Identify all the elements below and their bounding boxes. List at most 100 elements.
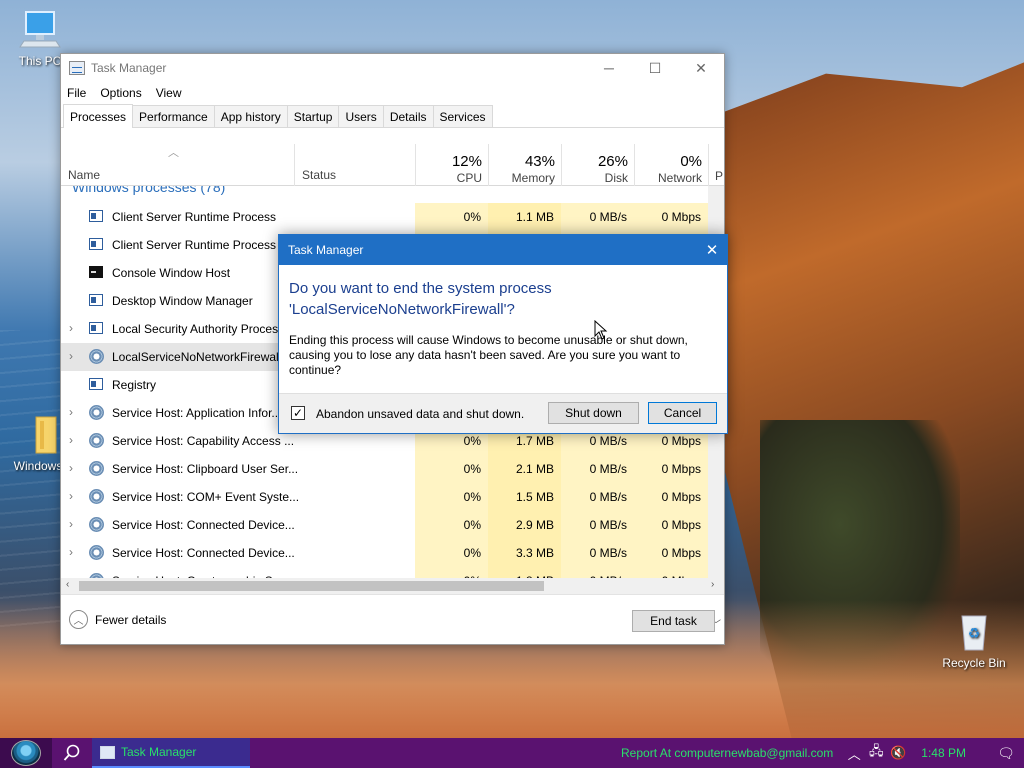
expand-chevron-icon[interactable]: ›	[69, 517, 73, 531]
dialog-footer: ✓ Abandon unsaved data and shut down. Sh…	[279, 393, 727, 433]
process-row[interactable]: › Service Host: COM+ Event Syste... 0% 1.5 …	[61, 483, 708, 511]
cell-cpu: 0%	[415, 455, 488, 483]
maximize-button[interactable]: ☐	[632, 54, 678, 82]
tab-details[interactable]: Details	[382, 105, 434, 127]
process-name: Desktop Window Manager	[112, 294, 253, 308]
scroll-left-icon[interactable]: ‹	[66, 579, 69, 590]
dialog-title-bar[interactable]: Task Manager ✕	[279, 235, 727, 265]
abandon-checkbox[interactable]: ✓	[291, 406, 305, 420]
menu-file[interactable]: File	[67, 86, 86, 100]
notification-icon[interactable]: 🗨	[988, 745, 1024, 762]
volume-muted-icon[interactable]: 🔇	[887, 745, 909, 761]
expand-chevron-icon[interactable]: ›	[69, 321, 73, 335]
gear-icon	[89, 461, 104, 476]
process-name: Local Security Authority Process	[112, 322, 285, 336]
process-row[interactable]: › Service Host: Connected Device... 0% 2.9 …	[61, 511, 708, 539]
expand-chevron-icon[interactable]: ›	[69, 545, 73, 559]
process-row[interactable]: ›Service Host: Cryptographic S...0%1.8 M…	[61, 567, 708, 578]
network-icon[interactable]: 🖧	[865, 742, 887, 764]
confirm-dialog: Task Manager ✕ Do you want to end the sy…	[278, 234, 728, 434]
column-status-label: Status	[302, 168, 337, 182]
cell-network: 0 Mbps	[634, 539, 708, 567]
fewer-details-button[interactable]: ︿ Fewer details	[69, 610, 166, 629]
tab-startup[interactable]: Startup	[286, 105, 340, 127]
gear-icon	[89, 405, 104, 420]
expand-chevron-icon[interactable]: ›	[69, 405, 73, 419]
gear-icon	[89, 433, 104, 448]
tab-users[interactable]: Users	[338, 105, 384, 127]
expand-chevron-icon[interactable]: ›	[69, 433, 73, 447]
column-status[interactable]: Status	[294, 144, 416, 186]
search-button[interactable]	[52, 738, 92, 768]
cell-cpu: 0%	[415, 203, 488, 231]
column-disk[interactable]: 26% Disk	[561, 144, 634, 186]
fewer-details-label: Fewer details	[95, 612, 167, 627]
scroll-right-icon[interactable]: ›	[711, 579, 714, 590]
checkmark-icon: ✓	[292, 406, 304, 420]
window-icon	[89, 322, 103, 334]
scroll-thumb[interactable]	[79, 581, 544, 591]
cell-cpu: 0%	[415, 511, 488, 539]
menu-options[interactable]: Options	[100, 86, 141, 100]
expand-chevron-icon[interactable]: ›	[69, 489, 73, 503]
console-icon	[89, 266, 103, 278]
disk-label: Disk	[604, 171, 628, 185]
cancel-button[interactable]: Cancel	[648, 402, 717, 424]
desktop-icon-recycle-bin[interactable]: ♻ Recycle Bin	[938, 612, 1010, 670]
expand-chevron-icon[interactable]: ›	[69, 461, 73, 475]
task-manager-icon	[69, 61, 85, 75]
column-network[interactable]: 0% Network	[634, 144, 708, 186]
column-power[interactable]: P	[708, 144, 724, 186]
cell-network: 0 Mbps	[634, 567, 708, 578]
tab-app-history[interactable]: App history	[213, 105, 288, 127]
title-bar[interactable]: Task Manager ─ ☐ ✕	[61, 54, 724, 82]
tab-strip: Processes Performance App history Startu…	[61, 104, 724, 128]
column-header: ︿ Name Status 12% CPU 43% Memory 26% Dis…	[61, 144, 724, 186]
chevron-up-icon[interactable]: ︿	[843, 744, 865, 763]
taskbar-app-label: Task Manager	[121, 745, 197, 759]
cell-network: 0 Mbps	[634, 483, 708, 511]
dialog-close-button[interactable]: ✕	[697, 241, 727, 259]
column-memory[interactable]: 43% Memory	[488, 144, 561, 186]
cell-memory: 3.3 MB	[488, 539, 561, 567]
computer-icon	[18, 10, 62, 50]
process-row[interactable]: › Service Host: Connected Device... 0% 3.3 …	[61, 539, 708, 567]
shut-down-button[interactable]: Shut down	[548, 402, 639, 424]
tab-services[interactable]: Services	[432, 105, 493, 127]
cell-cpu: 0%	[415, 567, 488, 578]
start-button[interactable]	[0, 738, 52, 768]
process-row[interactable]: Client Server Runtime Process 0% 1.1 MB 0 M…	[61, 203, 708, 231]
close-button[interactable]: ✕	[678, 54, 724, 82]
cell-disk: 0 MB/s	[561, 567, 634, 578]
group-title: Windows processes (78)	[72, 186, 226, 195]
footer: ︿ Fewer details End task	[61, 594, 724, 644]
window-icon	[89, 210, 103, 222]
window-title: Task Manager	[91, 61, 167, 75]
process-name: Service Host: Capability Access ...	[112, 434, 295, 448]
tab-processes[interactable]: Processes	[63, 104, 134, 128]
tab-performance[interactable]: Performance	[132, 105, 215, 127]
menu-view[interactable]: View	[156, 86, 182, 100]
column-cpu[interactable]: 12% CPU	[415, 144, 488, 186]
cell-memory: 1.1 MB	[488, 203, 561, 231]
chevron-up-icon: ︿	[69, 610, 88, 629]
cell-disk: 0 MB/s	[561, 511, 634, 539]
desktop-icon-label: Recycle Bin	[942, 656, 1006, 670]
network-percent: 0%	[680, 153, 702, 170]
cell-disk: 0 MB/s	[561, 455, 634, 483]
end-task-button[interactable]: End task	[632, 610, 715, 632]
process-name: Service Host: Connected Device...	[112, 518, 295, 532]
process-row[interactable]: › Service Host: Clipboard User Ser... 0% 2.…	[61, 455, 708, 483]
column-name[interactable]: Name	[68, 168, 100, 182]
window-icon	[89, 378, 103, 390]
taskbar-app-task-manager[interactable]: Task Manager	[92, 738, 250, 768]
memory-percent: 43%	[524, 153, 555, 170]
expand-chevron-icon[interactable]: ›	[69, 349, 73, 363]
minimize-button[interactable]: ─	[586, 54, 632, 82]
process-name: Registry	[112, 378, 157, 392]
abandon-checkbox-label[interactable]: Abandon unsaved data and shut down.	[316, 407, 524, 421]
clock[interactable]: 1:48 PM	[921, 746, 966, 760]
process-name: Client Server Runtime Process	[112, 210, 277, 224]
cell-network: 0 Mbps	[634, 455, 708, 483]
horizontal-scrollbar[interactable]: ‹ ›	[61, 578, 724, 594]
